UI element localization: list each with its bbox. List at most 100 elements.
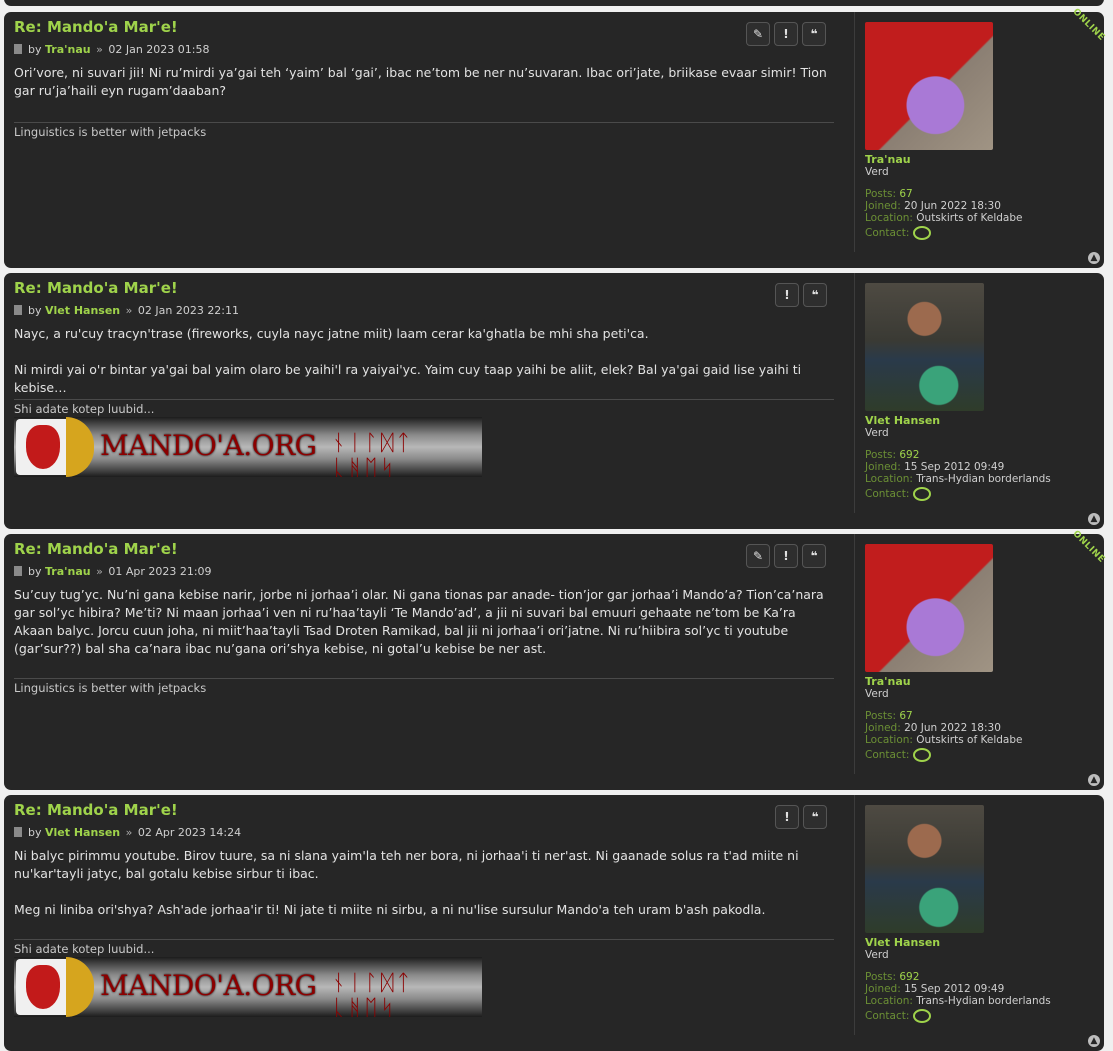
profile-rank: Verd [865, 166, 889, 178]
report-button[interactable]: ! [774, 544, 798, 568]
report-button[interactable]: ! [774, 22, 798, 46]
post: Re: Mando'a Mar'e! by Vlet Hansen » 02 A… [4, 795, 1104, 1051]
separator: » [125, 826, 133, 839]
posts-count-link[interactable]: 692 [899, 971, 919, 983]
post-date: 02 Jan 2023 22:11 [137, 304, 240, 317]
speech-bubble-icon[interactable] [913, 226, 932, 240]
report-button[interactable]: ! [775, 805, 799, 829]
post-meta: by Vlet Hansen » 02 Apr 2023 14:24 [14, 826, 241, 839]
quote-button[interactable]: ❝ [802, 22, 826, 46]
post-content: Su’cuy tug’yc. Nu’ni gana kebise narir, … [14, 586, 834, 676]
posts-label: Posts: [865, 710, 896, 722]
post-paragraph: Su’cuy tug’yc. Nu’ni gana kebise narir, … [14, 587, 824, 656]
posts-count-link[interactable]: 67 [899, 710, 912, 722]
post-date: 02 Jan 2023 01:58 [108, 43, 210, 56]
post-title-link[interactable]: Re: Mando'a Mar'e! [14, 540, 178, 558]
profile-name-link[interactable]: Tra'nau [865, 153, 911, 166]
pencil-icon: ✎ [752, 549, 764, 563]
post-actions: ✎ ! ❝ [746, 544, 826, 568]
speech-bubble-icon[interactable] [913, 487, 932, 501]
mandoa-org-banner-link[interactable]: MANDO'A.ORG ᚾᛁᛚᛞᛏ ᚳᚻᛖᛋ [14, 957, 482, 1017]
post-paragraph: Nayc, a ru'cuy tracyn'trase (fireworks, … [14, 326, 649, 341]
post-meta: by Tra'nau » 02 Jan 2023 01:58 [14, 43, 209, 56]
separator: » [125, 304, 133, 317]
banner-ring [66, 957, 94, 1017]
quote-icon: ❝ [810, 27, 818, 41]
posts-count-link[interactable]: 67 [899, 188, 912, 200]
post-actions: ! ❝ [775, 805, 827, 829]
speech-bubble-icon[interactable] [913, 1009, 932, 1023]
joined-date: 20 Jun 2022 18:30 [904, 200, 1001, 212]
exclamation-icon: ! [783, 27, 789, 41]
edit-button[interactable]: ✎ [746, 22, 770, 46]
back-to-top-icon[interactable]: ▲ [1088, 1035, 1100, 1047]
profile-details: Posts: 692 Joined: 15 Sep 2012 09:49 Loc… [865, 449, 1051, 501]
posts-count-link[interactable]: 692 [899, 449, 919, 461]
banner-ring [66, 417, 94, 477]
post-document-icon[interactable] [14, 566, 22, 576]
signature: Shi adate kotep luubid... MANDO'A.ORG ᚾᛁ… [14, 939, 834, 1017]
quote-button[interactable]: ❝ [802, 544, 826, 568]
post-author-link[interactable]: Vlet Hansen [45, 304, 120, 317]
post-author-link[interactable]: Tra'nau [45, 565, 91, 578]
joined-date: 15 Sep 2012 09:49 [904, 461, 1005, 473]
post-content: Ni balyc pirimmu youtube. Birov tuure, s… [14, 847, 834, 937]
quote-button[interactable]: ❝ [803, 805, 827, 829]
post: Re: Mando'a Mar'e! by Vlet Hansen » 02 J… [4, 273, 1104, 529]
post-paragraph: Meg ni liniba ori'shya? Ash'ade jorhaa'i… [14, 902, 766, 917]
previous-post-edge [4, 0, 1104, 6]
profile-name-link[interactable]: Tra'nau [865, 675, 911, 688]
post-actions: ! ❝ [775, 283, 827, 307]
author-profile: Vlet Hansen Verd Posts: 692 Joined: 15 S… [854, 795, 1109, 1035]
profile-name-link[interactable]: Vlet Hansen [865, 936, 940, 949]
author-profile: ONLINE Tra'nau Verd Posts: 67 Joined: 20… [854, 7, 1109, 252]
post-author-link[interactable]: Tra'nau [45, 43, 91, 56]
signature: Linguistics is better with jetpacks [14, 122, 834, 139]
author-profile: ONLINE Tra'nau Verd Posts: 67 Joined: 20… [854, 529, 1109, 774]
avatar[interactable] [865, 805, 984, 933]
post-author-link[interactable]: Vlet Hansen [45, 826, 120, 839]
post-paragraph: Ni balyc pirimmu youtube. Birov tuure, s… [14, 848, 799, 881]
post-title-link[interactable]: Re: Mando'a Mar'e! [14, 801, 178, 819]
post-paragraph: Ori’vore, ni suvari jii! Ni ru’mirdi ya’… [14, 65, 827, 98]
mythosaur-skull-icon [16, 419, 72, 475]
by-label: by [28, 304, 42, 317]
post-document-icon[interactable] [14, 827, 22, 837]
location-label: Location: [865, 212, 913, 224]
post-document-icon[interactable] [14, 44, 22, 54]
back-to-top-icon[interactable]: ▲ [1088, 774, 1100, 786]
signature-text: Shi adate kotep luubid... [14, 942, 155, 956]
avatar[interactable] [865, 544, 993, 672]
post-title-link[interactable]: Re: Mando'a Mar'e! [14, 18, 178, 36]
by-label: by [28, 43, 42, 56]
banner-text: MANDO'A.ORG [100, 429, 317, 462]
signature-text: Linguistics is better with jetpacks [14, 125, 207, 139]
banner-runes: ᚾᛁᛚᛞᛏ ᚳᚻᛖᛋ [332, 971, 414, 1017]
speech-bubble-icon[interactable] [913, 748, 932, 762]
avatar[interactable] [865, 22, 993, 150]
back-to-top-icon[interactable]: ▲ [1088, 513, 1100, 525]
profile-rank: Verd [865, 427, 889, 439]
posts-label: Posts: [865, 188, 896, 200]
quote-button[interactable]: ❝ [803, 283, 827, 307]
avatar[interactable] [865, 283, 984, 411]
report-button[interactable]: ! [775, 283, 799, 307]
location-label: Location: [865, 734, 913, 746]
profile-name-link[interactable]: Vlet Hansen [865, 414, 940, 427]
edit-button[interactable]: ✎ [746, 544, 770, 568]
post-actions: ✎ ! ❝ [746, 22, 826, 46]
location-value: Outskirts of Keldabe [916, 212, 1023, 224]
post-meta: by Tra'nau » 01 Apr 2023 21:09 [14, 565, 212, 578]
online-badge: ONLINE [1070, 6, 1107, 44]
post-document-icon[interactable] [14, 305, 22, 315]
location-label: Location: [865, 995, 913, 1007]
contact-label: Contact: [865, 488, 910, 500]
banner-runes: ᚾᛁᛚᛞᛏ ᚳᚻᛖᛋ [332, 431, 414, 477]
online-badge: ONLINE [1070, 528, 1107, 566]
mandoa-org-banner-link[interactable]: MANDO'A.ORG ᚾᛁᛚᛞᛏ ᚳᚻᛖᛋ [14, 417, 482, 477]
by-label: by [28, 565, 42, 578]
post-title-link[interactable]: Re: Mando'a Mar'e! [14, 279, 178, 297]
back-to-top-icon[interactable]: ▲ [1088, 252, 1100, 264]
joined-date: 20 Jun 2022 18:30 [904, 722, 1001, 734]
location-value: Outskirts of Keldabe [916, 734, 1023, 746]
